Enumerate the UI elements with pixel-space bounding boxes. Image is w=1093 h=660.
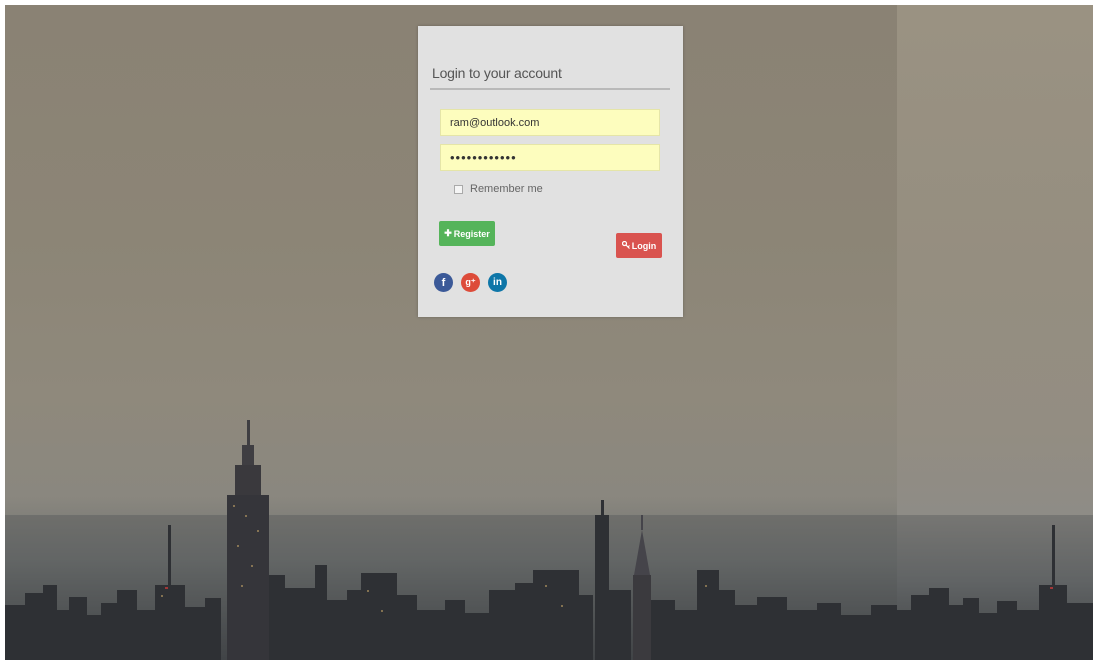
register-button[interactable]: ✚ Register	[439, 221, 495, 246]
password-field[interactable]	[440, 144, 660, 171]
skyline-silhouette	[5, 420, 1093, 660]
remember-me-label: Remember me	[470, 183, 543, 195]
linkedin-icon[interactable]: in	[488, 273, 507, 292]
login-button-label: Login	[631, 240, 657, 251]
title-divider	[430, 88, 670, 90]
google-plus-icon[interactable]: g⁺	[461, 273, 480, 292]
key-icon	[621, 240, 630, 251]
register-button-label: Register	[453, 228, 490, 239]
remember-me-option[interactable]: Remember me	[454, 183, 543, 195]
login-title: Login to your account	[432, 65, 562, 81]
plus-icon: ✚	[444, 228, 452, 238]
login-button[interactable]: Login	[616, 233, 662, 258]
remember-me-checkbox[interactable]	[454, 184, 463, 194]
facebook-icon[interactable]: f	[434, 273, 453, 292]
email-field[interactable]	[440, 109, 660, 136]
login-panel: Login to your account Remember me ✚ Regi…	[418, 26, 683, 317]
